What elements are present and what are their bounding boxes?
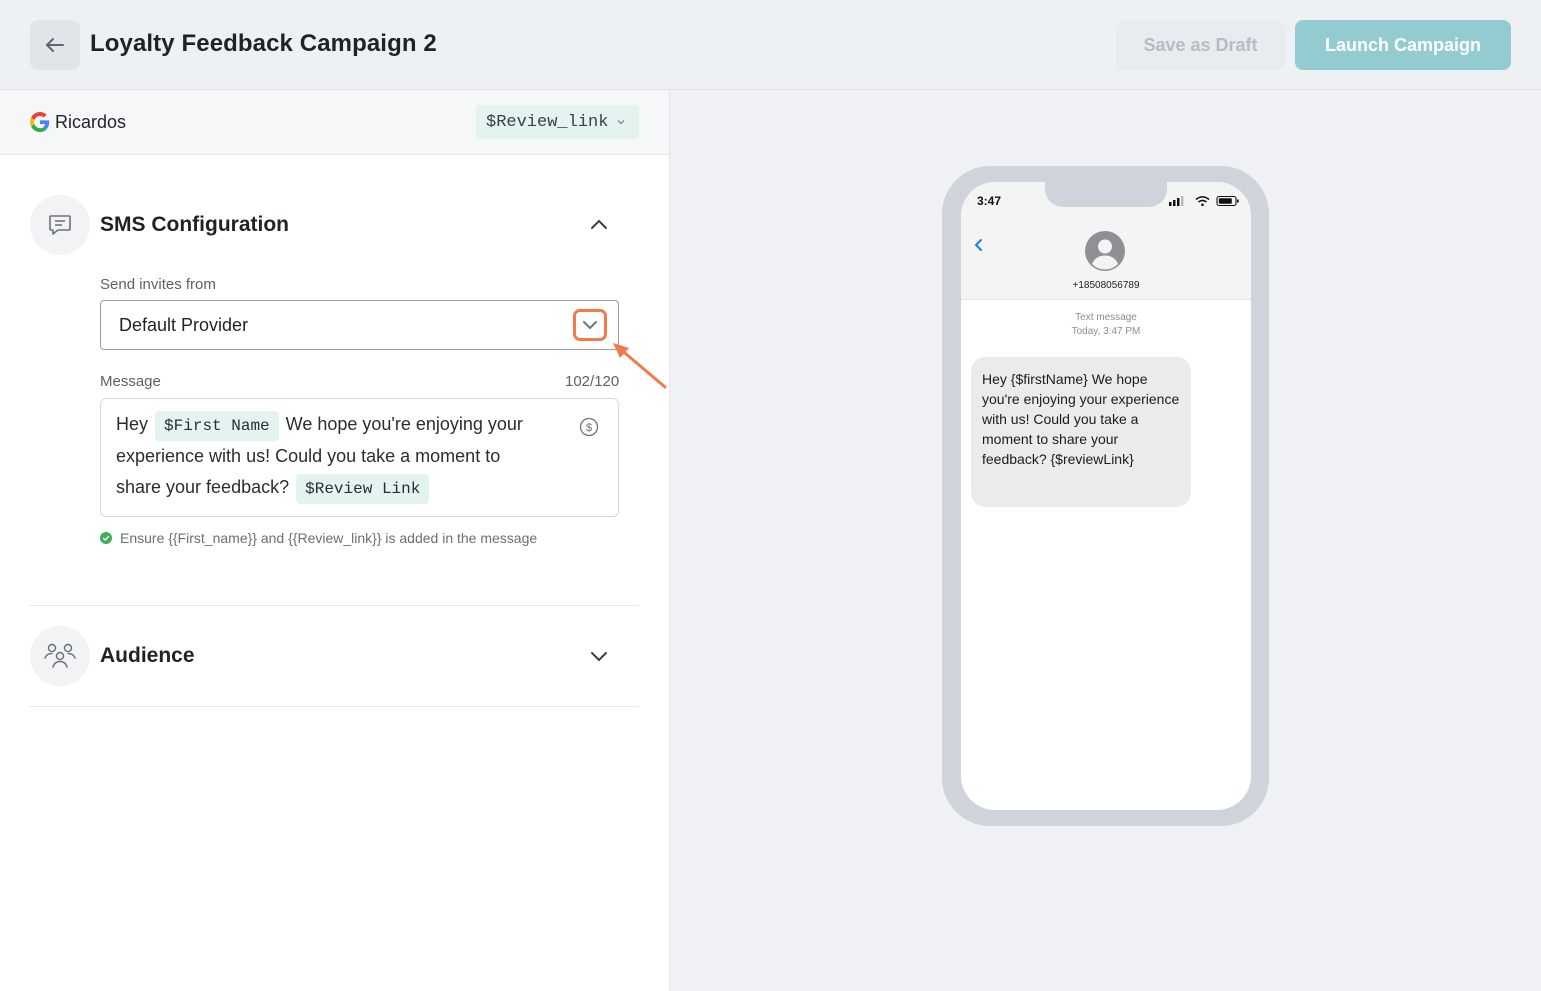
- google-icon: [30, 112, 50, 132]
- send-from-label: Send invites from: [100, 276, 216, 293]
- back-button[interactable]: [30, 20, 80, 70]
- dollar-icon[interactable]: $: [579, 417, 599, 437]
- avatar-icon: [1085, 231, 1125, 271]
- validation-hint: Ensure {{First_name}} and {{Review_link}…: [100, 530, 537, 546]
- chat-icon: [49, 215, 71, 235]
- check-circle-icon: [100, 532, 112, 544]
- sms-section-collapse-toggle[interactable]: [587, 213, 611, 237]
- sms-section-icon: [30, 195, 90, 255]
- chevron-down-icon: [591, 652, 607, 662]
- chevron-up-icon: [591, 219, 607, 229]
- message-label: Message: [100, 373, 161, 390]
- message-type-label: Text message: [1075, 312, 1137, 323]
- back-arrow-icon: [46, 38, 64, 52]
- audience-section-icon: [30, 626, 90, 686]
- message-timestamp: Today, 3:47 PM: [1071, 326, 1141, 337]
- config-panel: Ricardos $Review_link SMS Configuration …: [0, 90, 670, 991]
- top-bar: Loyalty Feedback Campaign 2 Save as Draf…: [0, 0, 1541, 90]
- validation-hint-text: Ensure {{First_name}} and {{Review_link}…: [120, 530, 538, 546]
- svg-text:$: $: [586, 422, 592, 434]
- phone-screen: 3:47 +18508056789 Text message Today, 3:…: [961, 182, 1251, 810]
- first-name-tag[interactable]: $First Name: [155, 411, 279, 441]
- message-bubble: Hey {$firstName} We hope you're enjoying…: [971, 357, 1191, 507]
- audience-section-title: Audience: [100, 644, 195, 667]
- audience-section-expand-toggle[interactable]: [587, 644, 611, 668]
- launch-campaign-button[interactable]: Launch Campaign: [1295, 20, 1511, 70]
- status-icons: [1169, 195, 1239, 207]
- page-title: Loyalty Feedback Campaign 2: [90, 30, 437, 57]
- review-chip-label: $Review_link: [486, 112, 609, 132]
- chevron-down-icon: [617, 119, 625, 125]
- provider-select-value: Default Provider: [119, 315, 249, 335]
- message-text: Hey $First Name We hope you're enjoying …: [116, 409, 546, 504]
- section-divider: [30, 706, 639, 707]
- chevron-down-icon: [583, 321, 597, 330]
- provider-dropdown-toggle[interactable]: [573, 309, 607, 341]
- chevron-left-icon[interactable]: [973, 237, 985, 253]
- phone-notch: [1045, 182, 1167, 207]
- people-icon: [44, 643, 76, 668]
- review-link-tag[interactable]: $Review Link: [296, 473, 430, 504]
- provider-select[interactable]: Default Provider: [100, 300, 619, 350]
- section-divider: [30, 605, 639, 606]
- annotation-arrow-icon: [613, 343, 667, 389]
- contact-number: +18508056789: [1072, 280, 1140, 291]
- business-bar: Ricardos $Review_link: [0, 90, 669, 155]
- message-part-1: Hey: [116, 414, 149, 434]
- message-editor[interactable]: Hey $First Name We hope you're enjoying …: [100, 398, 619, 517]
- save-draft-button[interactable]: Save as Draft: [1116, 20, 1285, 70]
- sms-section-title: SMS Configuration: [100, 213, 289, 236]
- business-name: Ricardos: [55, 112, 127, 132]
- status-time: 3:47: [977, 194, 1002, 208]
- review-link-dropdown[interactable]: $Review_link: [476, 105, 639, 139]
